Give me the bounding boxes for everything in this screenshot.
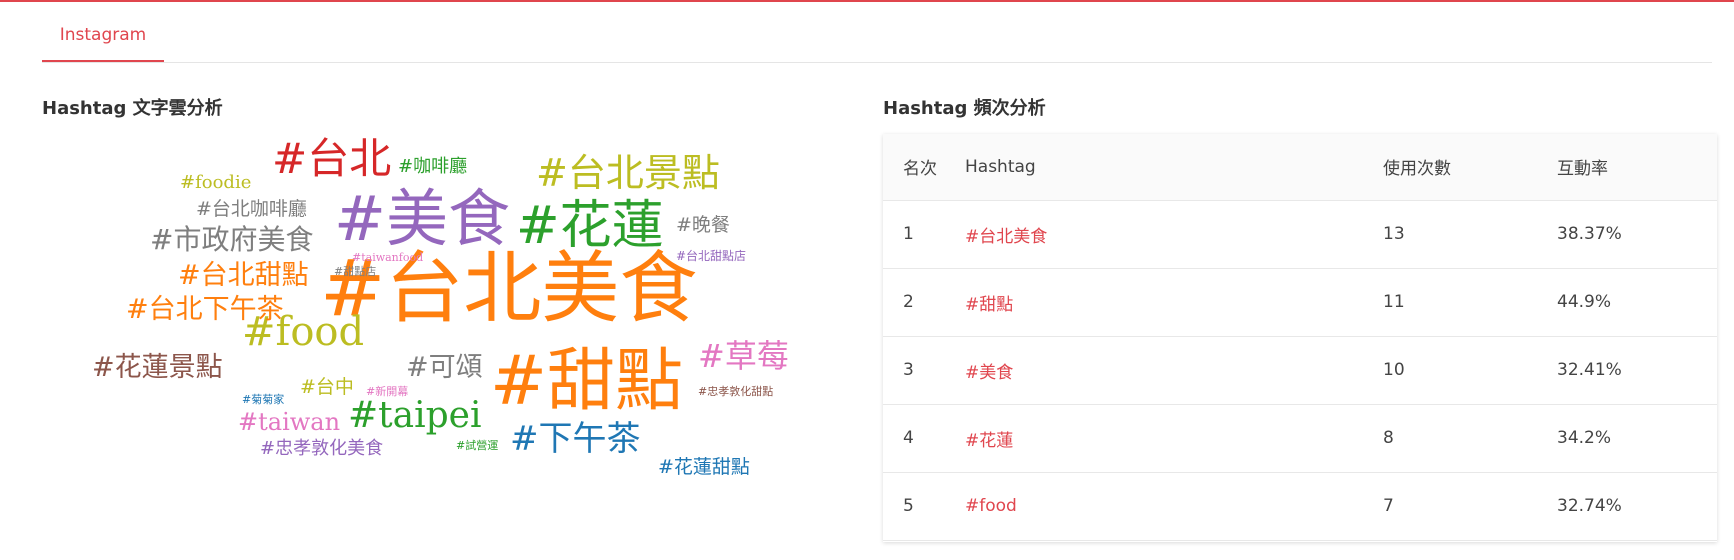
- hashtag-link[interactable]: #美食: [965, 363, 1013, 383]
- cloud-word: #台北甜點: [178, 260, 309, 291]
- count-cell: 10: [1383, 336, 1557, 405]
- cloud-word: #試營運: [456, 439, 499, 452]
- cloud-word: #忠孝敦化美食: [260, 438, 384, 459]
- cloud-word: #菊菊家: [242, 393, 285, 406]
- word-cloud-title: Hashtag 文字雲分析: [42, 98, 223, 119]
- frequency-title: Hashtag 頻次分析: [883, 98, 1046, 119]
- table-row: 2 #甜點 11 44.9%: [883, 268, 1717, 337]
- cloud-word: #台北: [272, 134, 392, 183]
- cloud-word: #花蓮景點: [92, 352, 223, 383]
- rank-cell: 1: [883, 200, 965, 269]
- platform-tabs: Instagram: [42, 14, 1712, 63]
- rate-cell: 32.41%: [1557, 336, 1717, 405]
- rate-cell: 38.37%: [1557, 200, 1717, 269]
- table-row: 1 #台北美食 13 38.37%: [883, 200, 1717, 269]
- rate-cell: 32.74%: [1557, 472, 1717, 541]
- rank-cell: 5: [883, 472, 965, 541]
- cloud-word: #可頌: [406, 352, 483, 383]
- column-header-count: 使用次數: [1383, 134, 1557, 201]
- cloud-word: #晚餐: [676, 214, 730, 236]
- count-cell: 13: [1383, 200, 1557, 269]
- cloud-word: #台北下午茶: [126, 294, 284, 325]
- cloud-word: #花蓮甜點: [658, 456, 750, 478]
- rank-cell: 3: [883, 336, 965, 405]
- cloud-word: #台中: [300, 376, 354, 398]
- table-row: 4 #花蓮 8 34.2%: [883, 404, 1717, 473]
- cloud-word: #咖啡廳: [398, 156, 468, 177]
- cloud-word: #taipei: [348, 395, 482, 436]
- cloud-word: #花蓮: [516, 196, 664, 256]
- table-row: 3 #美食 10 32.41%: [883, 336, 1717, 405]
- count-cell: 8: [1383, 404, 1557, 473]
- cloud-word: #台北甜點店: [676, 249, 747, 263]
- cloud-word: #忠孝敦化甜點: [698, 385, 774, 398]
- rate-cell: 34.2%: [1557, 404, 1717, 473]
- rank-cell: 2: [883, 268, 965, 337]
- cloud-word: #下午茶: [510, 419, 641, 459]
- column-header-hashtag: Hashtag: [965, 134, 1383, 201]
- cloud-word: #甜點店: [334, 265, 377, 278]
- hashtag-link[interactable]: #台北美食: [965, 227, 1047, 247]
- count-cell: 11: [1383, 268, 1557, 337]
- cloud-word: #市政府美食: [150, 223, 314, 256]
- cloud-word: #草莓: [698, 337, 789, 375]
- cloud-word: #taiwanfood: [352, 251, 424, 264]
- cloud-word: #taiwan: [238, 408, 341, 436]
- hashtag-frequency-table: 名次 Hashtag 使用次數 互動率 1 #台北美食 13 38.37% 2 …: [883, 134, 1717, 542]
- cloud-word: #foodie: [180, 172, 252, 193]
- hashtag-word-cloud: #台北美食 #甜點 #美食 #花蓮 #台北 #台北景點 #food #taipe…: [42, 130, 822, 490]
- column-header-rank: 名次: [883, 134, 965, 201]
- hashtag-link[interactable]: #甜點: [965, 295, 1013, 315]
- table-row: 5 #food 7 32.74%: [883, 472, 1717, 541]
- top-accent-bar: [0, 0, 1734, 2]
- cloud-word: #美食: [334, 182, 510, 255]
- cloud-word: #新開幕: [366, 385, 409, 398]
- table-header-row: 名次 Hashtag 使用次數 互動率: [883, 134, 1717, 201]
- cloud-word: #台北景點: [536, 151, 720, 195]
- hashtag-link[interactable]: #food: [965, 496, 1017, 516]
- rank-cell: 4: [883, 404, 965, 473]
- column-header-rate: 互動率: [1557, 134, 1717, 201]
- hashtag-link[interactable]: #花蓮: [965, 431, 1013, 451]
- tab-instagram[interactable]: Instagram: [42, 14, 164, 62]
- cloud-word: #甜點: [490, 342, 683, 421]
- cloud-word: #台北咖啡廳: [196, 198, 307, 220]
- rate-cell: 44.9%: [1557, 268, 1717, 337]
- count-cell: 7: [1383, 472, 1557, 541]
